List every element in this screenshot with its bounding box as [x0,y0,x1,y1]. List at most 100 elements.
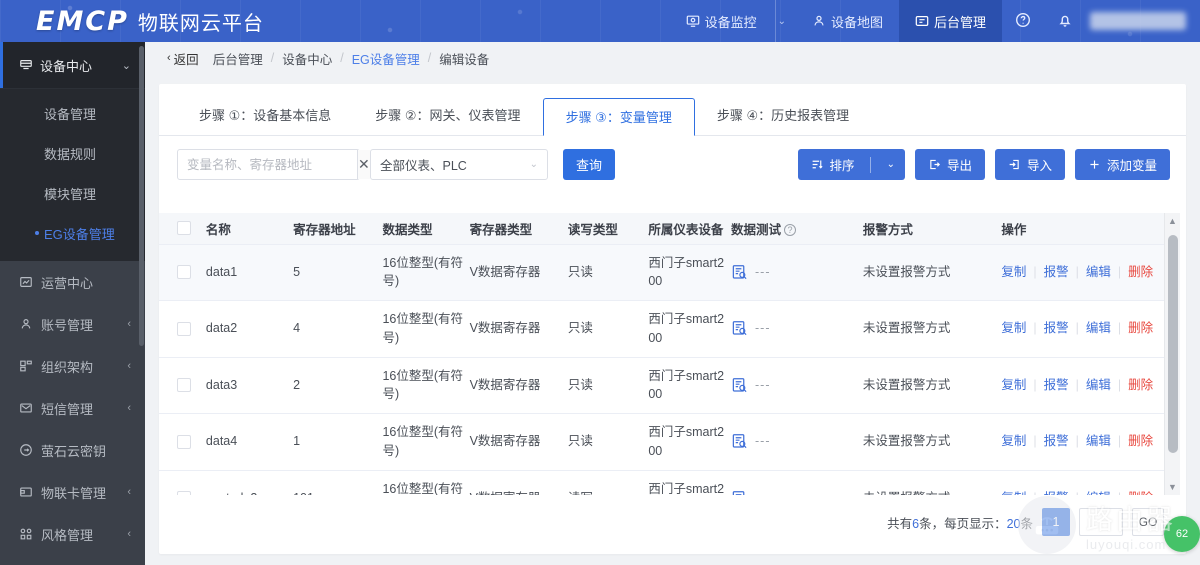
action-separator: | [1075,377,1079,392]
sidebar-item-device-management[interactable]: 设备管理 [0,93,145,133]
doc-search-icon[interactable] [731,490,748,495]
brand-logo: EMCP 物联网云平台 [36,6,264,37]
table-scrollbar[interactable]: ▲ ▼ [1164,213,1180,495]
alarm-action[interactable]: 报警 [1044,263,1069,282]
breadcrumb-item-eg-device[interactable]: EG设备管理 [352,49,420,68]
delete-action[interactable]: 删除 [1128,432,1153,451]
sidebar-sub-label: 模块管理 [44,186,97,202]
page-go-button[interactable]: GO [1132,508,1164,536]
topnav-item-device-map[interactable]: 设备地图 [796,0,899,42]
sidebar-item-eg-device-management[interactable]: EG设备管理 [0,213,145,253]
query-button[interactable]: 查询 [563,149,615,180]
chevron-left-icon: ‹ [127,528,131,540]
alarm-action[interactable]: 报警 [1044,489,1069,495]
scroll-down-arrow[interactable]: ▼ [1165,479,1180,495]
copy-action[interactable]: 复制 [1001,432,1026,451]
chevron-down-icon[interactable]: ⌄ [877,159,905,170]
copy-action[interactable]: 复制 [1001,263,1026,282]
sidebar-group-device-center[interactable]: 设备中心 ⌄ [0,42,145,89]
import-button[interactable]: 导入 [994,149,1065,180]
cell-name: data3 [205,357,294,414]
tab-step-1-basic-info[interactable]: 步骤 ①：设备基本信息 [177,97,353,135]
notifications-button[interactable] [1044,0,1086,42]
breadcrumb-separator: / [270,51,275,65]
table-row[interactable]: data4 1 16位整型(有符号) V数据寄存器 只读 西门子smart200… [159,413,1169,471]
copy-action[interactable]: 复制 [1001,489,1026,495]
delete-action[interactable]: 删除 [1128,489,1153,495]
page-number-1[interactable]: 1 [1042,508,1070,536]
cell-operations: 复制 | 报警 | 编辑 | 删除 [1001,470,1169,495]
breadcrumb-item-device-center[interactable]: 设备中心 [282,49,332,68]
sidebar-sub-label: EG设备管理 [44,226,115,242]
back-button[interactable]: ‹ 返回 [167,49,199,68]
delete-action[interactable]: 删除 [1128,319,1153,338]
cell-register-address: 1 [293,413,383,471]
table-row[interactable]: control_2 101 16位整型(有符号) V数据寄存器 读写 西门子sm… [159,470,1169,495]
help-circle-icon[interactable]: ? [784,224,797,237]
cell-alarm-method: 未设置报警方式 [862,244,1002,301]
alarm-action[interactable]: 报警 [1044,432,1069,451]
sort-button[interactable]: 排序 ⌄ [797,149,905,180]
sidebar-scrollbar[interactable] [139,46,144,346]
page-jump-input[interactable] [1079,508,1123,536]
help-button[interactable] [1002,0,1044,42]
row-checkbox[interactable] [177,491,191,495]
row-checkbox[interactable] [177,434,191,449]
scrollbar-thumb[interactable] [1168,235,1178,453]
export-button[interactable]: 导出 [914,149,985,180]
tab-step-4-history-report[interactable]: 步骤 ④：历史报表管理 [695,97,871,135]
edit-action[interactable]: 编辑 [1086,263,1111,282]
select-all-checkbox[interactable] [177,221,191,236]
copy-action[interactable]: 复制 [1001,376,1026,395]
sidebar-item-ezviz-key[interactable]: 萤石云密钥 [0,429,145,471]
edit-action[interactable]: 编辑 [1086,489,1111,495]
sidebar-item-org-structure[interactable]: 组织架构 ‹ [0,345,145,387]
summary-mid: 条，每页显示： [919,516,1007,531]
clear-search-button[interactable]: ✕ [357,150,370,179]
sidebar-item-api-config[interactable]: API配置 [0,555,145,565]
sidebar-item-account-management[interactable]: 账号管理 ‹ [0,303,145,345]
row-checkbox[interactable] [177,378,191,393]
sidebar-item-operation-center[interactable]: 运营中心 [0,261,145,303]
add-variable-button[interactable]: 添加变量 [1074,149,1170,180]
alarm-action[interactable]: 报警 [1044,376,1069,395]
search-input[interactable] [178,150,357,179]
alarm-action[interactable]: 报警 [1044,319,1069,338]
edit-action[interactable]: 编辑 [1086,319,1111,338]
sidebar-item-data-rules[interactable]: 数据规则 [0,133,145,173]
delete-action[interactable]: 删除 [1128,263,1153,282]
topnav-item-device-monitor[interactable]: 设备监控 [670,0,773,42]
sidebar-item-style-management[interactable]: 风格管理 ‹ [0,513,145,555]
monitor-icon [686,14,700,28]
sidebar-item-module-management[interactable]: 模块管理 [0,173,145,213]
table-row[interactable]: data3 2 16位整型(有符号) V数据寄存器 只读 西门子smart200… [159,357,1169,414]
table-row[interactable]: data1 5 16位整型(有符号) V数据寄存器 只读 西门子smart200… [159,244,1169,301]
tab-step-3-variable-management[interactable]: 步骤 ③：变量管理 [542,98,695,136]
sidebar-item-iot-card-management[interactable]: 物联卡管理 ‹ [0,471,145,513]
doc-search-icon[interactable] [731,377,748,394]
row-checkbox[interactable] [177,321,191,336]
scroll-up-arrow[interactable]: ▲ [1165,213,1180,229]
topnav-item-admin-console[interactable]: 后台管理 [898,0,1002,42]
edit-action[interactable]: 编辑 [1086,376,1111,395]
breadcrumb-item-admin[interactable]: 后台管理 [213,49,263,68]
user-account-area[interactable] [1090,12,1186,30]
topnav-dropdown-caret[interactable]: ⌄ [774,0,796,42]
table-row[interactable]: data2 4 16位整型(有符号) V数据寄存器 只读 西门子smart200… [159,300,1169,358]
doc-search-icon[interactable] [731,320,748,337]
edit-action[interactable]: 编辑 [1086,432,1111,451]
copy-action[interactable]: 复制 [1001,319,1026,338]
floating-badge-button[interactable]: 62 [1164,516,1200,552]
tab-step-2-gateway-meter[interactable]: 步骤 ②：网关、仪表管理 [353,97,542,135]
row-checkbox[interactable] [177,265,191,280]
doc-search-icon[interactable] [731,264,748,281]
toolbar-actions: 排序 ⌄ 导出 导入 添加变量 [797,149,1170,180]
cell-alarm-method: 未设置报警方式 [862,413,1002,471]
doc-search-icon[interactable] [731,433,748,450]
add-variable-label: 添加变量 [1106,159,1157,173]
sidebar-item-sms-management[interactable]: 短信管理 ‹ [0,387,145,429]
cell-data-type: 16位整型(有符号) [382,244,470,301]
delete-action[interactable]: 删除 [1128,376,1153,395]
breadcrumb-separator: / [340,51,344,65]
meter-filter-select[interactable]: 全部仪表、PLC ⌄ [370,149,548,180]
